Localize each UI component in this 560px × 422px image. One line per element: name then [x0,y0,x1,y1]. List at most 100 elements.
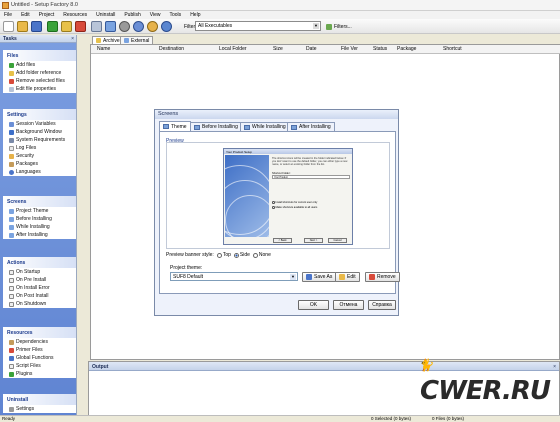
task-edit-file-properties[interactable]: Edit file properties [3,85,76,93]
cancel-button[interactable]: Отмена [333,300,364,310]
gear-icon[interactable] [119,21,130,32]
task-on-shutdown[interactable]: On Shutdown [3,300,76,308]
tab-external[interactable]: External [120,36,154,44]
help-button[interactable]: Справка [368,300,396,310]
menu-edit[interactable]: Edit [17,12,35,18]
task-group-title[interactable]: Uninstall [3,394,76,405]
task-session-variables[interactable]: Session Variables [3,120,76,128]
close-icon[interactable]: × [553,364,556,370]
dialog-title[interactable]: Screens [155,110,398,119]
filters-button[interactable]: Filters... [326,22,366,31]
task-on-pre-install[interactable]: On Pre Install [3,276,76,284]
menu-project[interactable]: Project [35,12,60,18]
column-date[interactable]: Date [306,46,317,52]
task-on-post-install[interactable]: On Post Install [3,292,76,300]
screen-icon [291,124,297,130]
task-on-startup[interactable]: On Startup [3,268,76,276]
column-package[interactable]: Package [397,46,416,52]
task-script-files[interactable]: Script Files [3,362,76,370]
preview-option-all-users: Make shortcuts available to all users [272,206,317,209]
tab-after-installing[interactable]: After Installing [287,122,335,131]
preview-option-label: Install shortcuts for current user only [275,201,318,204]
task-dependencies[interactable]: Dependencies [3,338,76,346]
add-icon[interactable] [47,21,58,32]
task-languages[interactable]: Languages [3,168,76,176]
chevron-down-icon[interactable]: ▼ [290,274,296,280]
task-group-title[interactable]: Screens [3,196,76,207]
task-label: While Installing [16,224,50,230]
task-before-installing[interactable]: Before Installing [3,215,76,223]
close-icon[interactable]: × [71,36,74,42]
remove-icon[interactable] [75,21,86,32]
task-global-functions[interactable]: Global Functions [3,354,76,362]
remove-button[interactable]: Remove [365,272,400,282]
task-remove-selected-files[interactable]: Remove selected files [3,77,76,85]
task-project-theme[interactable]: Project Theme [3,207,76,215]
task-add-folder-reference[interactable]: Add folder reference [3,69,76,77]
help-icon[interactable] [161,21,172,32]
task-group-title[interactable]: Actions [3,257,76,268]
task-background-window[interactable]: Background Window [3,128,76,136]
globe-icon[interactable] [133,21,144,32]
column-destination[interactable]: Destination [159,46,184,52]
build-icon[interactable] [147,21,158,32]
task-on-install-error[interactable]: On Install Error [3,284,76,292]
column-size[interactable]: Size [273,46,283,52]
radio-top[interactable]: Top [216,252,231,258]
task-after-installing[interactable]: After Installing [3,231,76,239]
column-local-folder[interactable]: Local Folder [219,46,247,52]
properties-icon [9,86,14,92]
task-primer-files[interactable]: Primer Files [3,346,76,354]
column-file-ver[interactable]: File Ver [341,46,358,52]
column-name[interactable]: Name [97,46,110,52]
primer-icon [9,347,14,353]
save-as-button[interactable]: Save As [302,272,337,282]
task-packages[interactable]: Packages [3,160,76,168]
menu-publish[interactable]: Publish [120,12,145,18]
task-log-files[interactable]: Log Files [3,144,76,152]
task-system-requirements[interactable]: System Requirements [3,136,76,144]
open-icon[interactable] [17,21,28,32]
screens-icon[interactable] [105,21,116,32]
menu-file[interactable]: File [0,12,17,18]
chevron-down-icon[interactable]: ▼ [313,23,319,29]
radio-none[interactable]: None [252,252,271,258]
menu-uninstall[interactable]: Uninstall [92,12,120,18]
screen-icon [194,124,200,130]
tab-before-installing[interactable]: Before Installing [190,122,242,131]
edit-button[interactable]: Edit [335,272,360,282]
script-icon [9,269,14,275]
tab-theme[interactable]: Theme [159,121,191,131]
column-status[interactable]: Status [373,46,387,52]
tab-while-installing[interactable]: While Installing [240,122,290,131]
title-bar: Untitled - Setup Factory 8.0 [0,0,560,11]
remove-icon [9,78,14,84]
banner-style-label: Preview banner style: [166,252,214,258]
menu-resources[interactable]: Resources [59,12,92,18]
tab-archive[interactable]: Archive [92,36,124,44]
task-group-title[interactable]: Resources [3,327,76,338]
ok-button[interactable]: OK [298,300,329,310]
filter-select[interactable]: All Executables ▼ [195,21,321,31]
properties-icon[interactable] [91,21,102,32]
menu-help[interactable]: Help [186,12,205,18]
radio-label: Side [239,252,250,258]
task-group-title[interactable]: Files [3,50,76,61]
menu-tools[interactable]: Tools [166,12,187,18]
tab-label: Theme [171,123,187,130]
project-theme-select[interactable]: SUF8 Default ▼ [170,272,298,281]
task-security[interactable]: Security [3,152,76,160]
menu-view[interactable]: View [146,12,166,18]
task-add-files[interactable]: Add files [3,61,76,69]
task-label: Remove selected files [16,78,65,84]
task-while-installing[interactable]: While Installing [3,223,76,231]
task-uninstall-settings[interactable]: Settings [3,405,76,413]
task-group-title[interactable]: Settings [3,109,76,120]
radio-side[interactable]: Side [233,252,250,258]
task-plugins[interactable]: Plugins [3,370,76,378]
screen-icon [9,232,14,238]
new-icon[interactable] [3,21,14,32]
add-folder-icon[interactable] [61,21,72,32]
column-shortcut[interactable]: Shortcut [443,46,462,52]
save-icon[interactable] [31,21,42,32]
